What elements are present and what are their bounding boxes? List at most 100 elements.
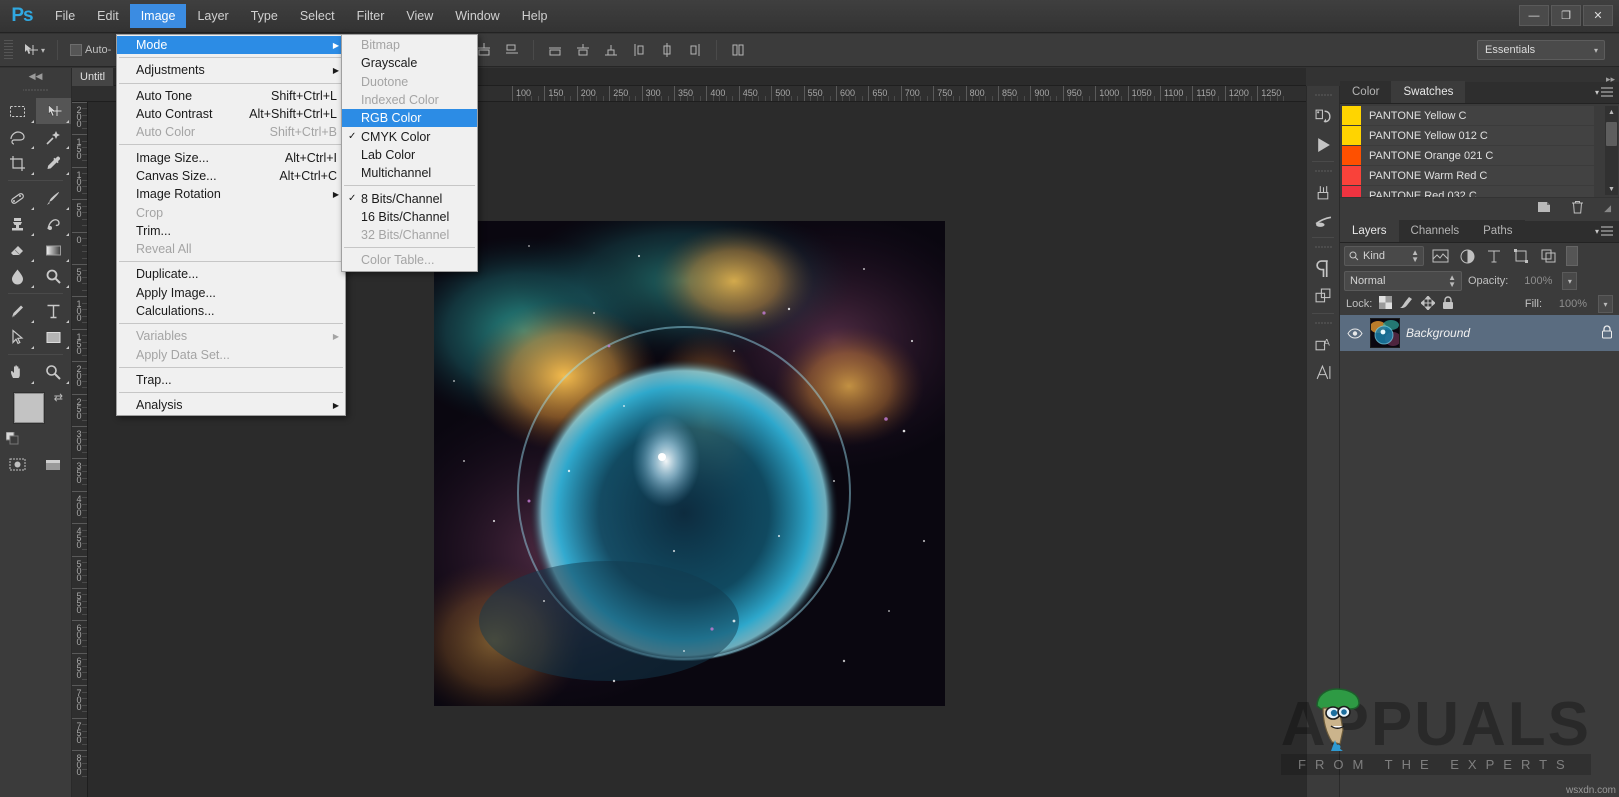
swatches-panel-menu-button[interactable]: ▾ [1595,87,1613,97]
menu-item-auto-tone[interactable]: Auto Tone Shift+Ctrl+L [117,87,345,105]
menu-help[interactable]: Help [511,4,559,28]
distribute-left-button[interactable] [625,41,653,59]
menu-item-auto-contrast[interactable]: Auto Contrast Alt+Shift+Ctrl+L [117,105,345,123]
fill-value[interactable]: 100% [1549,295,1591,313]
menu-item-8-bits-channel[interactable]: ✓ 8 Bits/Channel [342,189,477,207]
swatch-row[interactable]: PANTONE Orange 021 C [1342,146,1594,165]
actions-play-panel-button[interactable] [1307,130,1339,158]
magic-wand-tool[interactable] [36,124,72,150]
distribute-centers-button[interactable] [653,41,681,59]
menu-item-image-size[interactable]: Image Size... Alt+Ctrl+I [117,148,345,166]
align-horizontal-centers-button[interactable] [569,41,597,59]
default-colors-icon[interactable] [5,431,19,445]
layer-row[interactable]: Background [1340,315,1619,351]
menu-item-mode[interactable]: Mode ▶ [117,36,345,55]
swatch-color-chip[interactable] [1342,106,1361,125]
auto-select-checkbox[interactable] [70,44,83,56]
close-button[interactable]: ✕ [1583,5,1613,26]
tab-layers[interactable]: Layers [1340,220,1399,242]
brush-presets-panel-button[interactable] [1307,178,1339,206]
crop-tool[interactable] [0,150,36,176]
swatch-row[interactable]: PANTONE Warm Red C [1342,166,1594,185]
filter-pixel-layers-icon[interactable] [1429,246,1451,266]
icon-group-grip[interactable] [1314,91,1332,99]
gradient-tool[interactable] [36,237,72,263]
path-selection-tool[interactable] [0,324,36,350]
swatches-scrollbar[interactable]: ▲ ▼ [1605,106,1618,195]
swatch-color-chip[interactable] [1342,146,1361,165]
menu-layer[interactable]: Layer [186,4,239,28]
menu-filter[interactable]: Filter [346,4,396,28]
workspace-selector[interactable]: Essentials ▾ [1477,40,1605,60]
swatches-scroll-up-icon[interactable]: ▲ [1605,106,1618,118]
move-tool-options[interactable]: ▾ [17,42,50,58]
tab-color[interactable]: Color [1340,81,1392,103]
workspace-caret-icon[interactable]: ▾ [1594,46,1598,55]
kind-stepper-icon[interactable]: ▲ ▼ [1411,249,1419,264]
swatch-row[interactable]: PANTONE Yellow C [1342,106,1594,125]
tools-collapse-button[interactable]: ◀◀ [0,68,71,84]
zoom-tool[interactable] [36,359,72,385]
distribute-right-button[interactable] [681,41,709,59]
swatch-row[interactable]: PANTONE Yellow 012 C [1342,126,1594,145]
swap-colors-icon[interactable]: ⇄ [54,391,63,404]
menu-image[interactable]: Image [129,4,187,28]
blend-mode-select[interactable]: Normal ▲ ▼ [1344,271,1462,291]
filter-adjustment-layers-icon[interactable] [1456,246,1478,266]
layer-lock-icon[interactable] [1601,324,1613,342]
swatches-list[interactable]: PANTONE Yellow C PANTONE Yellow 012 C PANT… [1340,104,1619,197]
swatches-scroll-thumb[interactable] [1606,122,1617,146]
menu-view[interactable]: View [395,4,444,28]
dodge-tool[interactable] [36,263,72,289]
menu-file[interactable]: File [44,4,86,28]
pen-tool[interactable] [0,298,36,324]
paragraph-panel-button[interactable] [1307,254,1339,282]
image-menu-dropdown[interactable]: Mode ▶ Adjustments ▶ Auto Tone Shift+Ctrl+L Au… [116,34,346,417]
filter-type-layers-icon[interactable] [1483,246,1505,266]
quick-mask-button[interactable] [5,451,31,477]
tab-channels[interactable]: Channels [1398,220,1472,242]
opacity-value[interactable]: 100% [1514,272,1557,290]
menu-item-analysis[interactable]: Analysis ▶ [117,396,345,414]
filter-toggle-switch[interactable] [1566,246,1578,266]
document-tab[interactable]: Untitl [72,68,115,86]
panel-resize-grip[interactable]: ◢ [1604,203,1611,214]
rectangle-tool[interactable] [36,324,72,350]
lock-image-pixels-icon[interactable] [1399,296,1414,312]
hand-tool[interactable] [0,359,36,385]
layer-name[interactable]: Background [1406,326,1470,340]
menu-window[interactable]: Window [444,4,510,28]
clone-stamp-tool[interactable] [0,211,36,237]
options-bar-grip[interactable] [4,40,13,60]
document-canvas[interactable] [434,221,945,706]
menu-item-apply-image[interactable]: Apply Image... [117,284,345,302]
opacity-slider-button[interactable]: ▾ [1562,272,1578,290]
eraser-tool[interactable] [0,237,36,263]
swatch-row[interactable]: PANTONE Red 032 C [1342,186,1594,197]
lock-all-icon[interactable] [1442,295,1454,313]
tab-swatches[interactable]: Swatches [1391,81,1466,103]
swatch-color-chip[interactable] [1342,166,1361,185]
menu-item-canvas-size[interactable]: Canvas Size... Alt+Ctrl+C [117,167,345,185]
fill-slider-button[interactable]: ▾ [1598,295,1613,313]
layers-panel-menu-button[interactable]: ▾ [1595,226,1613,236]
layer-filter-kind-select[interactable]: Kind ▲ ▼ [1344,246,1424,266]
menu-item-trap[interactable]: Trap... [117,371,345,389]
menu-item-rgb-color[interactable]: RGB Color [342,109,477,128]
blend-mode-stepper-icon[interactable]: ▲ ▼ [1448,274,1456,289]
icon-group-grip[interactable] [1314,243,1332,251]
swatch-color-chip[interactable] [1342,126,1361,145]
filter-smart-objects-icon[interactable] [1537,246,1559,266]
filter-shape-layers-icon[interactable] [1510,246,1532,266]
foreground-color-swatch[interactable] [14,393,44,423]
new-swatch-icon[interactable] [1537,200,1551,217]
rectangular-marquee-tool[interactable] [0,98,36,124]
tab-paths[interactable]: Paths [1471,220,1525,242]
blur-tool[interactable] [0,263,36,289]
menu-item-image-rotation[interactable]: Image Rotation ▶ [117,185,345,203]
align-vertical-centers-button[interactable] [498,41,526,59]
clone-source-panel-button[interactable] [1307,206,1339,234]
menu-select[interactable]: Select [289,4,346,28]
character-panel-button[interactable] [1307,358,1339,386]
eyedropper-tool[interactable] [36,150,72,176]
